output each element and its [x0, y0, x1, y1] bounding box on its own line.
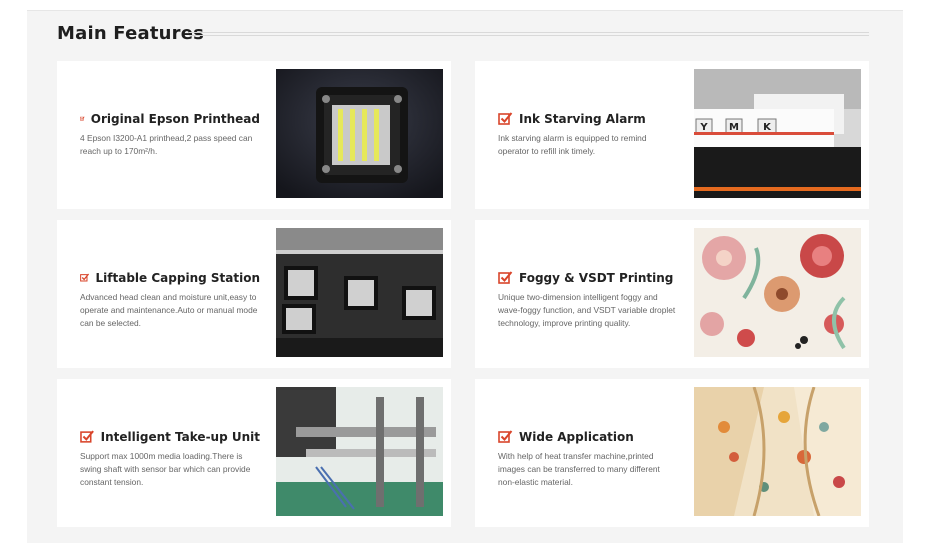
- checkbox-check-icon: [80, 430, 94, 443]
- section-title: Main Features: [57, 23, 205, 44]
- feature-description: Advanced head clean and moisture unit,ea…: [80, 292, 258, 328]
- ink-tank-image: Y M K: [694, 69, 861, 198]
- feature-card-ink-alarm: Ink Starving Alarm Ink starving alarm is…: [475, 61, 869, 209]
- feature-title: Foggy & VSDT Printing: [519, 270, 674, 285]
- feature-title: Ink Starving Alarm: [519, 111, 646, 126]
- title-divider: [189, 32, 869, 36]
- main-features-panel: Main Features Original Epson Printhead 4…: [27, 10, 903, 543]
- feature-description: Support max 1000m media loading.There is…: [80, 451, 251, 487]
- checkbox-check-icon: [80, 116, 85, 121]
- textile-application-image: [694, 387, 861, 516]
- feature-card-wide-application: Wide Application With help of heat trans…: [475, 379, 869, 527]
- checkbox-check-icon: [498, 112, 513, 125]
- feature-card-foggy-vsdt: Foggy & VSDT Printing Unique two-dimensi…: [475, 220, 869, 368]
- feature-card-take-up: Intelligent Take-up Unit Support max 100…: [57, 379, 451, 527]
- feature-card-printhead: Original Epson Printhead 4 Epson I3200-A…: [57, 61, 451, 209]
- checkbox-check-icon: [498, 430, 513, 443]
- capping-station-image: [276, 228, 443, 357]
- tank-label-y: Y: [699, 122, 708, 133]
- tank-label-k: K: [763, 122, 772, 133]
- checkbox-check-icon: [80, 273, 90, 282]
- feature-title: Intelligent Take-up Unit: [100, 429, 260, 444]
- feature-title: Wide Application: [519, 429, 634, 444]
- feature-description: 4 Epson I3200-A1 printhead,2 pass speed …: [80, 133, 253, 156]
- printhead-image: [276, 69, 443, 198]
- feature-description: With help of heat transfer machine,print…: [498, 451, 660, 487]
- take-up-unit-image: [276, 387, 443, 516]
- checkbox-check-icon: [498, 271, 513, 284]
- feature-card-capping-station: Liftable Capping Station Advanced head c…: [57, 220, 451, 368]
- floral-print-image: [694, 228, 861, 357]
- feature-description: Ink starving alarm is equipped to remind…: [498, 133, 647, 156]
- feature-description: Unique two-dimension intelligent foggy a…: [498, 292, 676, 328]
- feature-title: Liftable Capping Station: [95, 270, 260, 285]
- tank-label-m: M: [729, 122, 739, 133]
- feature-title: Original Epson Printhead: [90, 111, 260, 126]
